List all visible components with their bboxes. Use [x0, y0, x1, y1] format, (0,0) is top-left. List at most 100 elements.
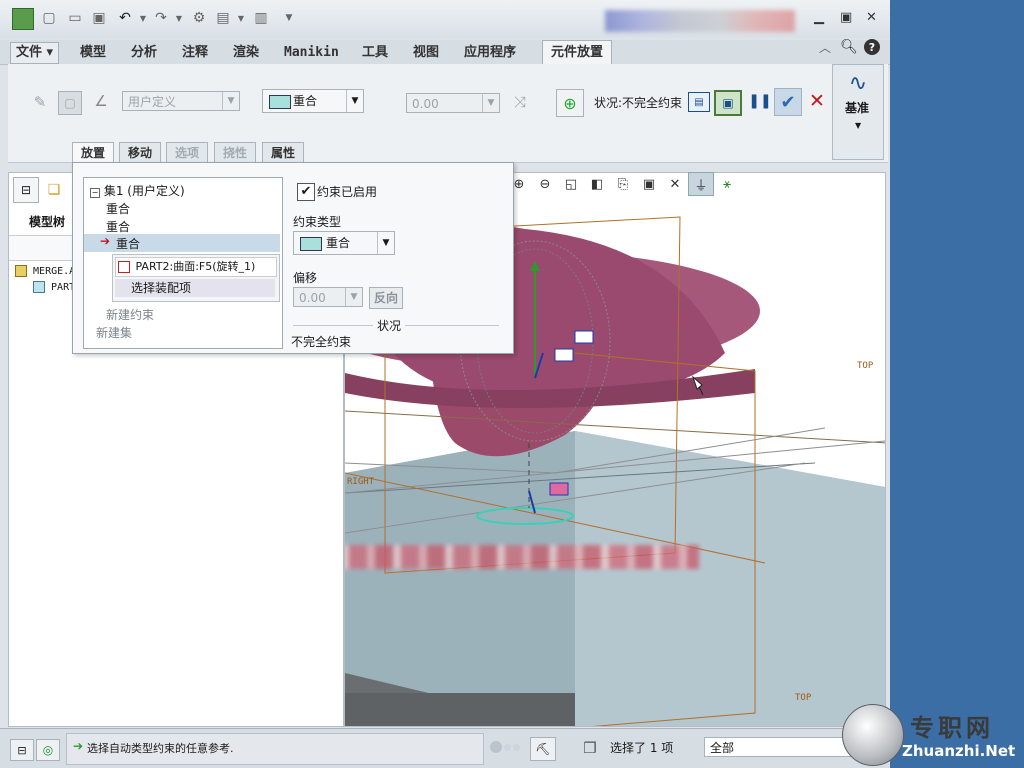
- placement-panel: − 集1 (用户定义) 重合 重合 ➔ 重合 PART2:曲面:F5(旋转_1)…: [72, 162, 514, 354]
- constraint-type-value: 重合: [293, 94, 318, 108]
- collapse-icon[interactable]: −: [90, 188, 100, 198]
- reference-2[interactable]: 选择装配项: [115, 279, 275, 297]
- tree-item-assembly[interactable]: MERGE.A: [15, 265, 75, 277]
- display-style-icon[interactable]: ◧: [584, 172, 610, 196]
- constraint-item-selected[interactable]: ➔ 重合: [84, 234, 280, 252]
- placement-edit-icon[interactable]: ✎: [30, 92, 50, 112]
- redo-dropdown-icon[interactable]: ▼: [170, 9, 188, 27]
- tab-tools[interactable]: 工具: [362, 43, 388, 63]
- flip-button[interactable]: 反向: [369, 287, 403, 309]
- app-logo-icon: [12, 8, 34, 30]
- tree-item-part[interactable]: PART: [33, 281, 75, 293]
- tab-applications[interactable]: 应用程序: [464, 43, 516, 63]
- assembly-window-icon[interactable]: ▣: [714, 90, 742, 116]
- confirm-check-icon[interactable]: ✔: [774, 88, 802, 116]
- view-toolbar: ⊕ ⊖ ◱ ◧ ⎘ ▣ ✕ ⏚ ⚹: [506, 172, 740, 198]
- datum-wave-icon: ∿: [848, 70, 868, 96]
- panel-offset-input[interactable]: 0.00 ▼: [293, 287, 363, 307]
- datum-button[interactable]: ∿ 基准 ▼: [832, 64, 884, 160]
- tab-manikin[interactable]: Manikin: [284, 43, 339, 63]
- constraint-item-label: 重合: [116, 237, 141, 251]
- undo-dropdown-icon[interactable]: ▼: [134, 9, 152, 27]
- reference-box: PART2:曲面:F5(旋转_1) 选择装配项: [112, 254, 280, 302]
- separate-window-icon[interactable]: ▤: [688, 92, 710, 112]
- move-component-icon[interactable]: ⊕: [556, 89, 584, 117]
- new-file-icon[interactable]: ▢: [40, 9, 58, 27]
- search-icon[interactable]: 🔍︎: [840, 38, 858, 56]
- assembly-icon: [15, 265, 27, 277]
- new-set-link[interactable]: 新建集: [96, 324, 132, 341]
- folder-browser-icon[interactable]: ❏: [43, 179, 65, 201]
- tab-render[interactable]: 渲染: [233, 43, 259, 63]
- panel-offset-value: 0.00: [299, 291, 326, 305]
- minimize-ribbon-icon[interactable]: ︿: [816, 38, 834, 56]
- windows-dropdown-icon[interactable]: ▼: [232, 9, 250, 27]
- tab-analysis[interactable]: 分析: [131, 43, 157, 63]
- saved-views-icon[interactable]: ⎘: [610, 172, 636, 196]
- constraint-item[interactable]: 重合: [106, 218, 130, 235]
- chevron-down-icon: ▼: [345, 288, 362, 306]
- help-icon[interactable]: ?: [864, 39, 880, 55]
- constraint-item[interactable]: 重合: [106, 200, 130, 217]
- toggle-browser-icon[interactable]: ◎: [36, 739, 60, 761]
- datum-points-icon[interactable]: ⚹: [714, 172, 740, 196]
- tab-placement[interactable]: 放置: [72, 142, 115, 163]
- tab-flexibility[interactable]: 挠性: [214, 142, 257, 164]
- chevron-down-icon: ▼: [222, 92, 239, 110]
- offset-label: 偏移: [293, 271, 318, 285]
- watermark-url: Zhuanzhi.Net: [902, 742, 1016, 760]
- toggle-navigator-icon[interactable]: ⊟: [10, 739, 34, 761]
- angle-icon[interactable]: ∠: [90, 90, 112, 112]
- chevron-down-icon: ▼: [377, 232, 394, 254]
- tab-options[interactable]: 选项: [166, 142, 209, 164]
- selection-filter-select[interactable]: 全部: [704, 737, 864, 757]
- offset-input[interactable]: 0.00 ▼: [406, 93, 500, 113]
- maximize-button[interactable]: ▣: [840, 10, 852, 25]
- refit-icon[interactable]: ◱: [558, 172, 584, 196]
- flip-icon[interactable]: ⤨: [510, 92, 530, 112]
- close-button[interactable]: ✕: [866, 10, 877, 25]
- minimize-button[interactable]: ▁: [814, 10, 824, 25]
- constraint-type-select[interactable]: 重合 ▼: [262, 89, 364, 113]
- undo-icon[interactable]: ↶: [116, 9, 134, 27]
- customize-toolbar-icon[interactable]: ▼: [280, 9, 298, 27]
- datum-display-icon[interactable]: ⏚: [688, 172, 714, 196]
- tab-model[interactable]: 模型: [80, 43, 106, 63]
- tab-annotate[interactable]: 注释: [182, 43, 208, 63]
- pause-icon[interactable]: ❚❚: [748, 92, 771, 110]
- ribbon-tabs: 文件 ▾ 模型 分析 注释 渲染 Manikin 工具 视图 应用程序 元件放置…: [0, 38, 890, 66]
- new-constraint-link[interactable]: 新建约束: [106, 306, 154, 323]
- model-tree-tab-icon[interactable]: ⊟: [13, 177, 39, 203]
- regen-indicator-icon-3: [513, 744, 520, 751]
- selected-count[interactable]: 选择了 1 项: [610, 739, 673, 756]
- tab-properties[interactable]: 属性: [262, 142, 305, 164]
- constraint-enabled-checkbox[interactable]: ✔: [297, 183, 315, 201]
- redo-icon[interactable]: ↷: [152, 9, 170, 27]
- save-icon[interactable]: ▣: [90, 9, 108, 27]
- message-arrow-icon: ➔: [73, 739, 84, 753]
- panel-constraint-type-select[interactable]: 重合 ▼: [293, 231, 395, 255]
- selected-items-icon[interactable]: ❒: [578, 737, 602, 759]
- cancel-x-icon[interactable]: ✕: [806, 90, 828, 112]
- datum-label-top: TOP: [857, 361, 874, 371]
- find-icon[interactable]: ⛏: [530, 737, 556, 761]
- annotation-display-icon[interactable]: ▣: [636, 172, 662, 196]
- tab-component-placement[interactable]: 元件放置: [542, 40, 613, 66]
- copy-icon[interactable]: ▢: [58, 91, 82, 115]
- windows-icon[interactable]: ▤: [214, 9, 232, 27]
- spin-center-icon[interactable]: ✕: [662, 172, 688, 196]
- reference-1[interactable]: PART2:曲面:F5(旋转_1): [115, 257, 277, 277]
- close-window-icon[interactable]: ▥: [252, 9, 270, 27]
- tab-move[interactable]: 移动: [119, 142, 162, 164]
- constraint-set-row[interactable]: − 集1 (用户定义): [90, 182, 185, 199]
- status-bar: ⊟ ◎ ➔ 选择自动类型约束的任意参考. ⛏ ❒ 选择了 1 项 全部: [0, 728, 890, 768]
- tab-file[interactable]: 文件 ▾: [10, 42, 60, 64]
- coincident-icon: [269, 95, 291, 109]
- datum-label: 基准: [845, 101, 870, 115]
- regenerate-icon[interactable]: ⚙: [190, 9, 208, 27]
- tab-view[interactable]: 视图: [413, 43, 439, 63]
- open-file-icon[interactable]: ▭: [66, 9, 84, 27]
- zoom-out-icon[interactable]: ⊖: [532, 172, 558, 196]
- constraint-set-select[interactable]: 用户定义 ▼: [122, 91, 240, 111]
- model-tree-label: 模型树: [29, 215, 66, 229]
